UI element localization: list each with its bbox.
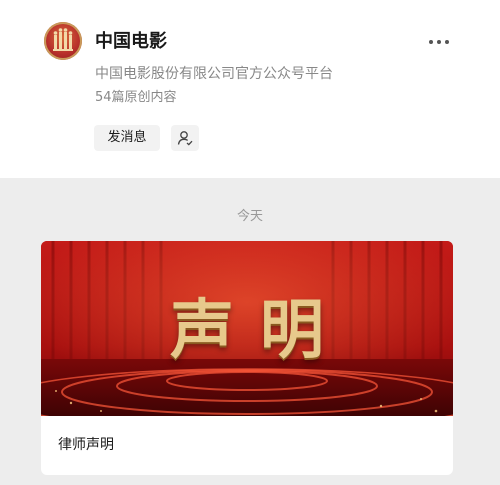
more-dot (429, 40, 433, 44)
account-avatar[interactable] (44, 22, 82, 60)
user-follow-icon (177, 131, 193, 146)
follow-button[interactable] (171, 125, 199, 151)
article-count: 54篇原创内容 (95, 90, 177, 105)
more-dots-icon[interactable] (428, 36, 450, 48)
more-dot (445, 40, 449, 44)
banner-title: 声明 (170, 293, 350, 368)
date-divider: 今天 (236, 209, 263, 224)
article-banner: 声明 (41, 241, 453, 416)
send-message-button[interactable]: 发消息 (94, 125, 160, 151)
profile-header: 中国电影 中国电影股份有限公司官方公众号平台 54篇原创内容 发消息 (0, 0, 500, 178)
more-dot (437, 40, 441, 44)
account-description: 中国电影股份有限公司官方公众号平台 (95, 66, 333, 82)
article-card[interactable]: 声明 律师声明 (41, 241, 453, 475)
account-name: 中国电影 (95, 31, 167, 52)
china-film-logo-icon (53, 28, 73, 51)
article-title[interactable]: 律师声明 (58, 435, 114, 455)
